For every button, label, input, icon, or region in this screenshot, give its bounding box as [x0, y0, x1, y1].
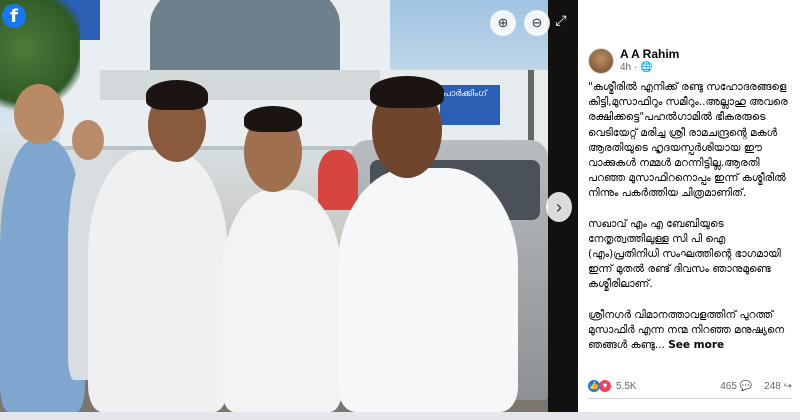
- post-meta: 4h · 🌐: [620, 61, 679, 75]
- see-more-link[interactable]: See more: [668, 339, 724, 351]
- globe-icon: 🌐: [640, 62, 653, 73]
- author-name[interactable]: A A Rahim: [620, 48, 679, 61]
- reactions-bar: 👍 ♥ 5.5K 465 💬 248 ↪: [588, 380, 792, 392]
- post-paragraph-3: ശ്രീനഗർ വിമാനത്താവളത്തിന് പുറത്ത് മുസാഫി…: [588, 308, 792, 354]
- author-block: A A Rahim 4h · 🌐: [620, 48, 679, 75]
- photo-head-bg-left: [14, 84, 64, 144]
- post-paragraph-1: "കശ്മീരിൽ എനിക്ക് രണ്ടു സഹോദരങ്ങളെ കിട്ട…: [588, 81, 788, 200]
- share-icon: ↪: [783, 380, 792, 392]
- post-sidebar: A A Rahim 4h · 🌐 "കശ്മീരിൽ എനിക്ക് രണ്ടു…: [578, 0, 800, 420]
- post-photo[interactable]: D-AM പാർക്കിംഗ്: [0, 0, 548, 412]
- zoom-in-icon[interactable]: ⊕: [490, 10, 516, 36]
- post-time[interactable]: 4h ·: [620, 62, 640, 73]
- photo-dome: [150, 0, 340, 80]
- post-header: A A Rahim 4h · 🌐: [588, 48, 679, 75]
- love-reaction-icon: ♥: [599, 380, 611, 392]
- share-count-value: 248: [764, 380, 781, 392]
- engagement-counts: 465 💬 248 ↪: [720, 381, 792, 392]
- photo-pane: D-AM പാർക്കിംഗ് f: [0, 0, 578, 420]
- post-paragraph-2: സഖാവ് എം എ ബേബിയുടെ നേതൃത്വത്തിലുള്ള സി …: [588, 217, 781, 291]
- reactions-divider: [588, 398, 792, 399]
- share-count[interactable]: 248 ↪: [764, 381, 792, 392]
- photo-person-2: [222, 190, 342, 412]
- photo-head-bg-2: [72, 120, 104, 160]
- photo-person-1: [88, 150, 228, 412]
- photo-person-3: [338, 168, 518, 412]
- photo-board: പാർക്കിംഗ്: [440, 85, 500, 125]
- photo-zoom-controls: ⊕ ⊖: [490, 10, 550, 36]
- author-avatar[interactable]: [588, 48, 614, 74]
- reaction-count: 5.5K: [616, 380, 637, 392]
- photo-roof: [100, 70, 390, 100]
- photo-hair-3: [370, 76, 444, 108]
- next-photo-button[interactable]: ›: [546, 192, 572, 222]
- facebook-logo-icon[interactable]: f: [2, 4, 26, 28]
- bottom-scroll-strip: [0, 412, 800, 420]
- reaction-summary[interactable]: 👍 ♥ 5.5K: [588, 380, 637, 392]
- photo-person-bg-3: [318, 150, 358, 210]
- photo-hair-1: [146, 80, 208, 110]
- expand-icon[interactable]: ⤢: [552, 12, 570, 30]
- post-body: "കശ്മീരിൽ എനിക്ക് രണ്ടു സഹോദരങ്ങളെ കിട്ട…: [588, 80, 792, 368]
- comment-count[interactable]: 465 💬: [720, 381, 752, 392]
- comment-count-value: 465: [720, 380, 737, 392]
- photo-viewer: D-AM പാർക്കിംഗ് f: [0, 0, 800, 420]
- photo-hair-2: [244, 106, 302, 132]
- zoom-out-icon[interactable]: ⊖: [524, 10, 550, 36]
- comment-icon: 💬: [739, 380, 753, 392]
